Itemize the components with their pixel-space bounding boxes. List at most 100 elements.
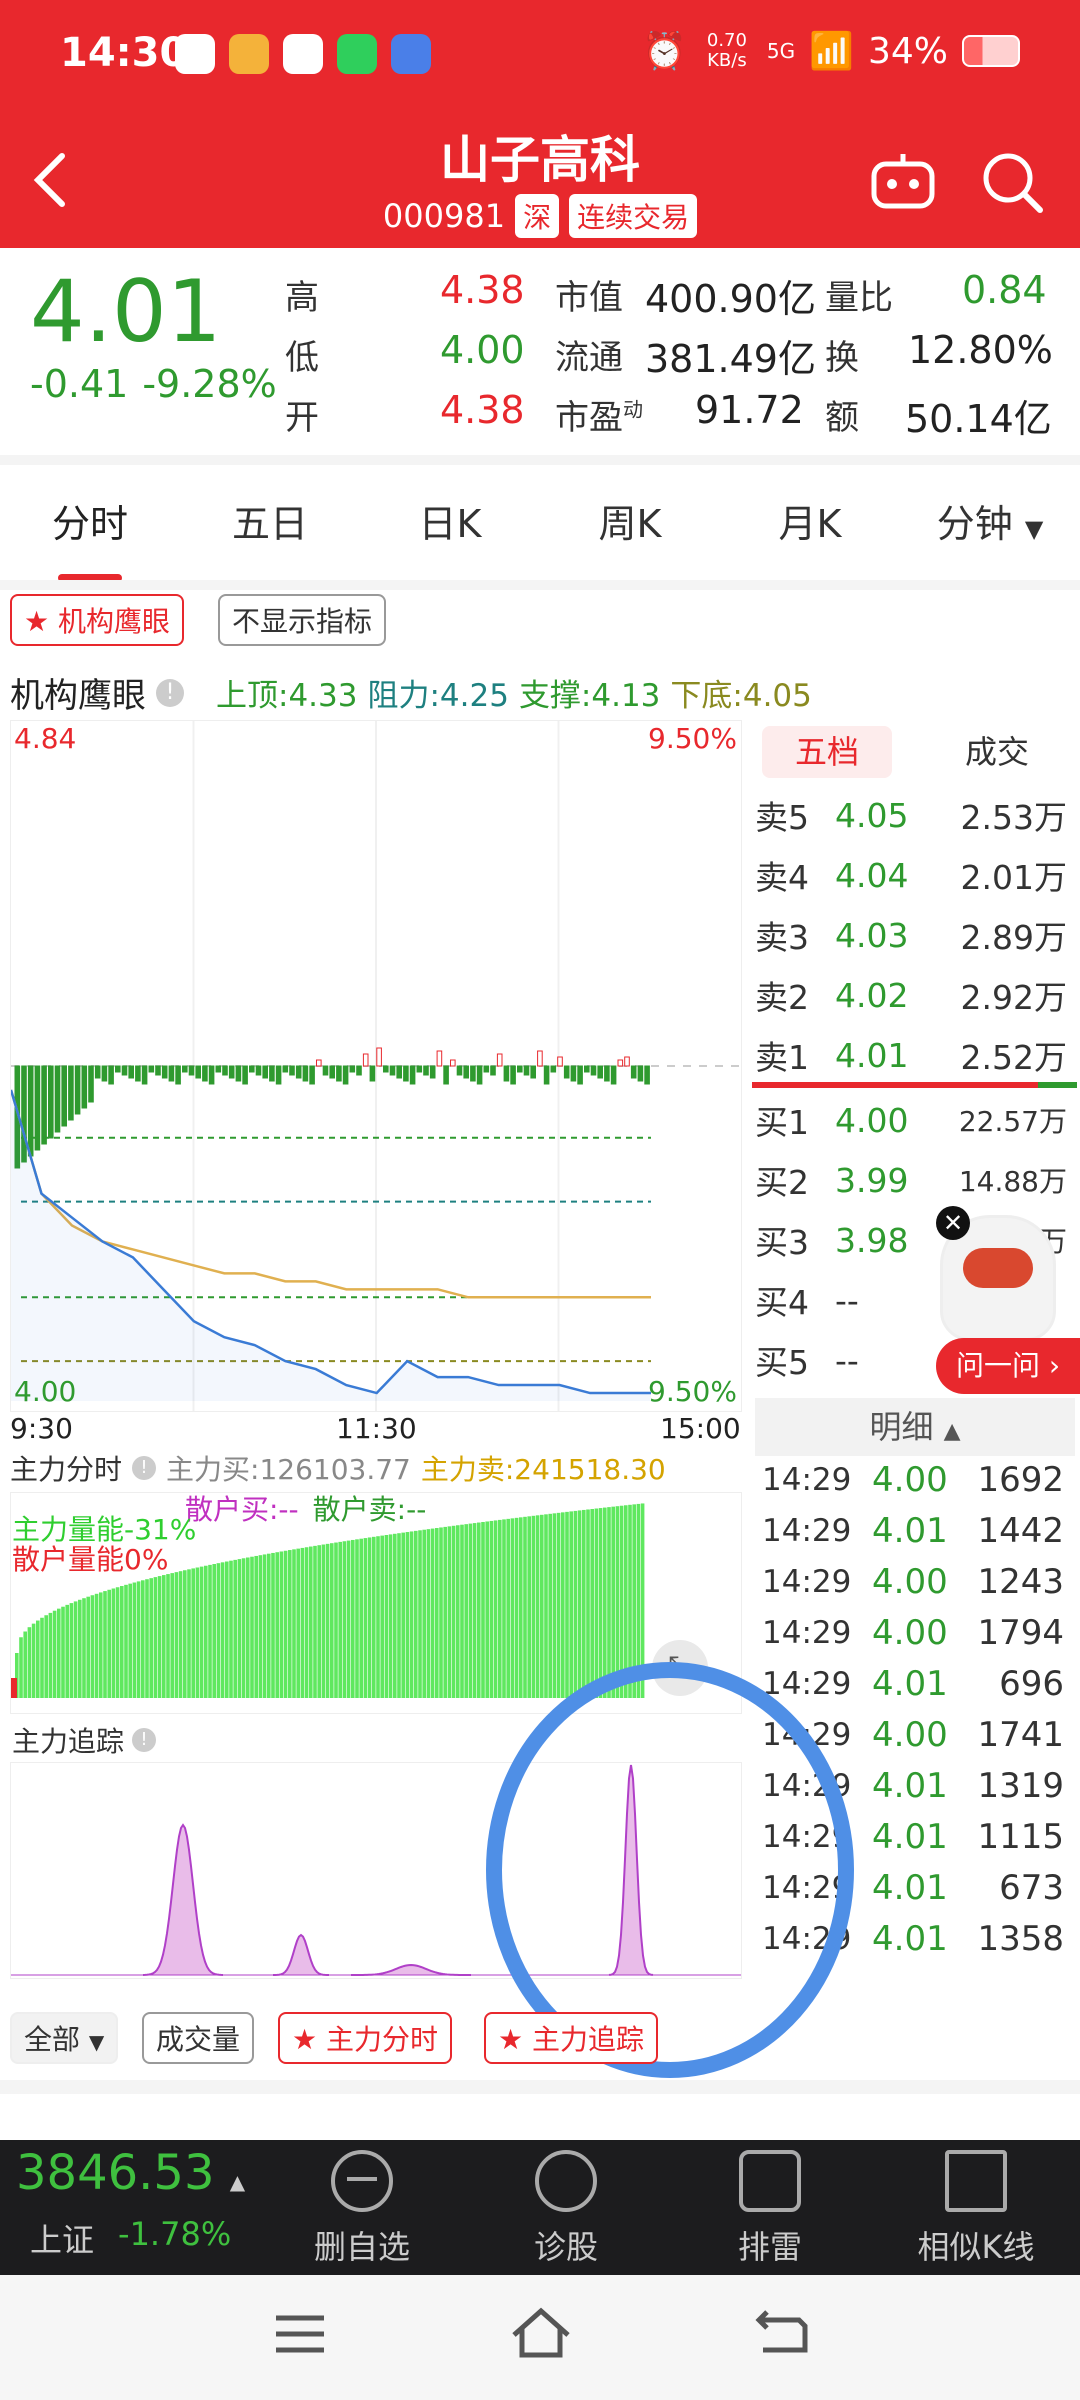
diagnose-button[interactable]: 诊股 [486,2150,646,2268]
capital-label: 主力分时 [10,1453,123,1486]
chip-capital[interactable]: ★ 主力分时 [278,2012,453,2064]
info-icon[interactable]: ! [156,678,184,707]
tab-daily-k[interactable]: 日K [360,493,540,548]
eagle-bottom: 下底:4.05 [670,678,812,714]
chip-all[interactable]: 全部 ▼ [10,2012,119,2064]
detail-header[interactable]: 明细 ▲ [755,1398,1075,1456]
volume-bar [295,1065,302,1079]
capital-bar [250,1556,254,1698]
volume-bar [503,1065,510,1082]
robot-assistant-button[interactable] [870,152,936,212]
info-icon[interactable]: ! [132,1728,157,1752]
ask-level-row[interactable]: 卖5 4.05 2.53万 [755,787,1075,843]
trade-volume: 1243 [977,1562,1064,1602]
capital-bar [367,1537,372,1698]
tab-deal[interactable]: 成交 [942,726,1052,778]
tab-monthly-k[interactable]: 月K [720,493,900,548]
volume-bar [329,1065,335,1079]
chart-x-end: 15:00 [660,1412,741,1445]
diagnose-label: 诊股 [533,2228,598,2266]
intraday-chart-svg [9,721,741,1411]
capital-bar [73,1601,78,1698]
capital-bar [157,1576,162,1698]
tab-intraday[interactable]: 分时 [0,493,180,582]
volume-bar [34,1065,41,1151]
status-right: ⏰ 0.70 KB/s 5G 📶 34% [642,30,1020,72]
volume-bar [563,1065,570,1079]
tab-five-day[interactable]: 五日 [180,493,360,548]
trade-detail-row: 14:29 4.01 1442 [762,1506,1072,1556]
volratio-value: 0.84 [962,268,1047,312]
pe-label-sup: 动 [623,397,643,422]
capital-bar [342,1541,347,1698]
capital-bar [258,1555,263,1698]
trade-volume: 1741 [977,1715,1064,1755]
capital-bar [241,1558,246,1698]
capital-bar [380,1535,384,1698]
trade-volume: 1115 [977,1817,1064,1857]
capital-bar [220,1562,225,1698]
divider [0,2080,1080,2094]
volume-bar [537,1050,543,1067]
close-icon[interactable]: ✕ [936,1206,970,1240]
mascot-visor [963,1248,1033,1288]
capital-bar [309,1546,313,1698]
ask-level-row[interactable]: 卖2 4.02 2.92万 [755,967,1075,1023]
capital-bar [36,1620,40,1698]
risk-scan-button[interactable]: 排雷 [690,2150,850,2268]
chip-eagle-eye[interactable]: ★ 机构鹰眼 [10,594,185,646]
tab-five-level[interactable]: 五档 [762,726,892,778]
ask-level-row[interactable]: 卖1 4.01 2.52万 [755,1027,1075,1083]
notification-icon [229,34,269,74]
volume-bar [496,1053,503,1067]
volume-bar [376,1047,382,1067]
back-nav-button[interactable] [755,2308,811,2356]
tab-minute[interactable]: 分钟 ▼ [900,493,1080,548]
capital-bar [439,1527,443,1698]
search-button[interactable] [980,150,1044,214]
menu-nav-button[interactable] [270,2312,330,2356]
turnover-value: 12.80% [908,328,1053,372]
chip-hide-indicator[interactable]: 不显示指标 [218,594,387,646]
capital-bar [229,1560,233,1698]
capital-bar [359,1538,363,1698]
float-value: 381.49亿 [645,337,816,381]
tracking-header: 主力追踪 ! [12,1720,157,1760]
capital-bar [401,1532,405,1698]
home-nav-button[interactable] [510,2305,572,2361]
index-value[interactable]: 3846.53 ▲ [16,2145,245,2201]
info-icon[interactable]: ! [132,1456,157,1480]
orderbook-tabs: 五档 成交 [752,722,1077,787]
index-row: 上证 -1.78% [30,2215,231,2261]
volume-bar [590,1065,597,1076]
eagle-support: 支撑:4.13 [518,678,661,714]
retail-energy-label: 散户量能0% [12,1543,169,1576]
capital-bar [246,1557,250,1698]
remove-watchlist-button[interactable]: 删自选 [282,2150,442,2268]
notification-icon [391,34,431,74]
mktcap-label: 市值 [555,278,623,318]
pe-label: 市盈动 [555,390,643,439]
price-change-row: -0.41 -9.28% [30,362,277,406]
tab-weekly-k[interactable]: 周K [540,493,720,548]
intraday-chart[interactable] [9,720,742,1412]
level-name: 卖3 [755,918,809,957]
chip-volume[interactable]: 成交量 [142,2012,255,2064]
eagle-eye-row: 机构鹰眼 ! 上顶:4.33 阻力:4.25 支撑:4.13 下底:4.05 [10,668,812,717]
ask-level-row[interactable]: 卖3 4.03 2.89万 [755,907,1075,963]
trade-price: 4.01 [872,1817,948,1857]
volume-bar [423,1065,429,1076]
level-price: 4.05 [835,795,909,835]
shield-star-icon [739,2150,801,2212]
bid-level-row[interactable]: 买1 4.00 22.57万 [755,1092,1075,1148]
trade-volume: 696 [999,1664,1064,1704]
bid-level-row[interactable]: 买2 3.99 14.88万 [755,1152,1075,1208]
similar-k-button[interactable]: 相似K线 [896,2150,1056,2268]
ask-level-row[interactable]: 卖4 4.04 2.01万 [755,847,1075,903]
trade-volume: 673 [999,1868,1064,1908]
tracking-spike [142,1823,224,1976]
ask-button[interactable]: 问一问 › [936,1338,1080,1394]
chip-tracking[interactable]: ★ 主力追踪 [484,2012,659,2064]
volume-bar [577,1065,583,1085]
capital-bar [149,1578,153,1698]
